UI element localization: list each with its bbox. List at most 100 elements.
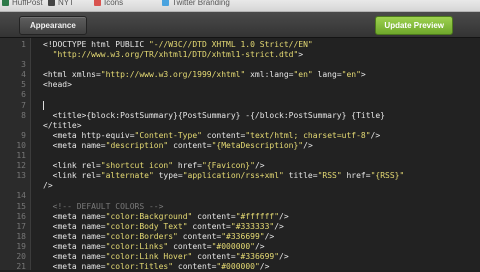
line-number: 6 — [21, 90, 26, 100]
code-line[interactable]: 11 — [0, 151, 480, 161]
code-text: <meta name="color:Body Text" content="#3… — [43, 222, 284, 232]
icons-icon — [94, 0, 101, 6]
code-token: <meta name= — [43, 241, 106, 251]
code-token: </title> — [43, 120, 82, 130]
line-number: 9 — [21, 130, 26, 140]
code-token: /> — [279, 251, 289, 261]
huffpost-icon — [2, 0, 9, 6]
code-token: "color:Links" — [105, 241, 169, 251]
code-token: "#ffffff" — [235, 211, 280, 221]
code-token: "{Favicon}" — [201, 161, 255, 171]
code-token: "#336699" — [235, 251, 280, 261]
code-token: content= — [192, 251, 236, 261]
code-line[interactable]: 10 <meta name="description" content="{Me… — [0, 141, 480, 151]
code-line[interactable]: 18 <meta name="color:Borders" content="#… — [0, 232, 480, 242]
code-token: <link rel= — [43, 161, 101, 171]
bookmark-label: NYT — [58, 0, 74, 7]
code-token: /> — [254, 161, 265, 171]
code-token: content= — [168, 140, 212, 150]
code-text: <link rel="alternate" type="application/… — [43, 171, 405, 181]
code-line[interactable]: 9 <meta http-equiv="Content-Type" conten… — [0, 131, 480, 141]
line-number: 14 — [16, 191, 26, 201]
code-token: "shortcut icon" — [100, 161, 174, 171]
code-token: /> — [303, 140, 313, 150]
code-text: <html xmlns="http://www.w3.org/1999/xhtm… — [43, 70, 366, 80]
bookmark-item[interactable]: HuffPost — [2, 0, 43, 7]
code-token: <!-- DEFAULT COLORS --> — [43, 201, 164, 211]
appearance-back-button[interactable]: Appearance — [19, 16, 87, 35]
line-number: 19 — [16, 241, 26, 251]
code-text: <!DOCTYPE html PUBLIC "-//W3C//DTD XHTML… — [43, 40, 313, 50]
code-line[interactable]: 16 <meta name="color:Background" content… — [0, 212, 480, 222]
code-token: href= — [341, 171, 371, 181]
code-token: "alternate" — [100, 171, 154, 181]
code-text: <link rel="shortcut icon" href="{Favicon… — [43, 161, 265, 171]
text-cursor — [43, 100, 44, 110]
update-preview-button[interactable]: Update Preview — [375, 16, 453, 35]
code-text: <meta name="color:Link Hover" content="#… — [43, 252, 289, 262]
code-token: "description" — [105, 140, 169, 150]
code-text: "http://www.w3.org/TR/xhtml1/DTD/xhtml1-… — [43, 50, 303, 60]
code-text: <meta name="color:Titles" content="#0000… — [43, 262, 270, 272]
code-token: content= — [177, 231, 222, 241]
code-line[interactable]: 5 <head> — [0, 80, 480, 90]
code-text: <title>{block:PostSummary}{PostSummary} … — [43, 111, 385, 121]
code-token: "color:Link Hover" — [105, 251, 193, 261]
nyt-icon — [48, 0, 55, 6]
code-token: "en" — [341, 70, 361, 80]
line-number: 13 — [16, 171, 26, 181]
code-line[interactable]: 17 <meta name="color:Body Text" content=… — [0, 222, 480, 232]
code-token: type= — [153, 171, 183, 181]
code-token: /> — [264, 231, 275, 241]
code-token: "-//W3C//DTD XHTML 1.0 Strict//EN" — [148, 40, 313, 49]
code-token: > — [298, 50, 304, 60]
code-line[interactable]: 19 <meta name="color:Links" content="#00… — [0, 242, 480, 252]
code-line[interactable]: 13 <link rel="alternate" type="applicati… — [0, 171, 480, 181]
code-line[interactable]: 4 <html xmlns="http://www.w3.org/1999/xht… — [0, 70, 480, 80]
code-token: "RSS" — [317, 171, 342, 181]
line-number: 5 — [21, 80, 26, 90]
code-token: "http://www.w3.org/TR/xhtml1/DTD/xhtml1-… — [43, 50, 299, 60]
code-token: xml:lang= — [245, 70, 294, 80]
code-line[interactable]: 21 <meta name="color:Titles" content="#0… — [0, 262, 480, 272]
line-number: 21 — [16, 262, 26, 272]
code-line[interactable]: 15 <!-- DEFAULT COLORS --> — [0, 202, 480, 212]
code-text: /> — [43, 181, 53, 191]
code-line[interactable]: 12 <link rel="shortcut icon" href="{Favi… — [0, 161, 480, 171]
code-line[interactable]: 3 — [0, 60, 480, 70]
code-line[interactable]: /> — [0, 181, 480, 191]
code-token: "http://www.w3.org/1999/xhtml" — [100, 70, 246, 80]
code-line[interactable]: 14 — [0, 191, 480, 201]
code-token: "{RSS}" — [370, 171, 405, 181]
code-lines[interactable]: 1 <!DOCTYPE html PUBLIC "-//W3C//DTD XHTM… — [0, 40, 480, 272]
code-text: <!-- DEFAULT COLORS --> — [43, 201, 164, 212]
code-line[interactable]: 8 <title>{block:PostSummary}{PostSummary… — [0, 111, 480, 121]
code-token: <title>{block:PostSummary}{PostSummary} … — [43, 110, 385, 120]
code-token: "Content-Type" — [134, 130, 202, 140]
code-line[interactable]: 6 — [0, 90, 480, 100]
code-line[interactable]: "http://www.w3.org/TR/xhtml1/DTD/xhtml1-… — [0, 50, 480, 60]
code-line[interactable]: </title> — [0, 121, 480, 131]
code-token: lang= — [312, 70, 342, 80]
bookmark-item[interactable]: Twitter Branding — [162, 0, 230, 7]
code-line[interactable]: 20 <meta name="color:Link Hover" content… — [0, 252, 480, 262]
code-token: <html xmlns= — [43, 70, 101, 80]
line-number: 4 — [21, 70, 26, 80]
code-token: /> — [370, 130, 381, 140]
code-editor[interactable]: 1 <!DOCTYPE html PUBLIC "-//W3C//DTD XHTM… — [0, 38, 480, 272]
code-line[interactable]: 1 <!DOCTYPE html PUBLIC "-//W3C//DTD XHTM… — [0, 40, 480, 50]
code-token: "en" — [293, 70, 313, 80]
code-token: href= — [173, 161, 202, 171]
code-token: content= — [201, 130, 246, 140]
code-text: <meta name="color:Borders" content="#336… — [43, 231, 275, 242]
bookmark-label: Twitter Branding — [172, 0, 230, 7]
code-token: "color:Body Text" — [105, 221, 188, 231]
bookmark-item[interactable]: NYT — [48, 0, 74, 7]
code-token: "text/html; charset=utf-8" — [245, 130, 371, 140]
code-line[interactable]: 7 — [0, 100, 480, 111]
code-token: <meta name= — [43, 211, 106, 221]
bookmark-item[interactable]: Icons — [94, 0, 123, 7]
code-token: "application/rss+xml" — [182, 171, 284, 181]
code-token: <meta http-equiv= — [43, 130, 135, 140]
line-number: 16 — [16, 211, 26, 221]
